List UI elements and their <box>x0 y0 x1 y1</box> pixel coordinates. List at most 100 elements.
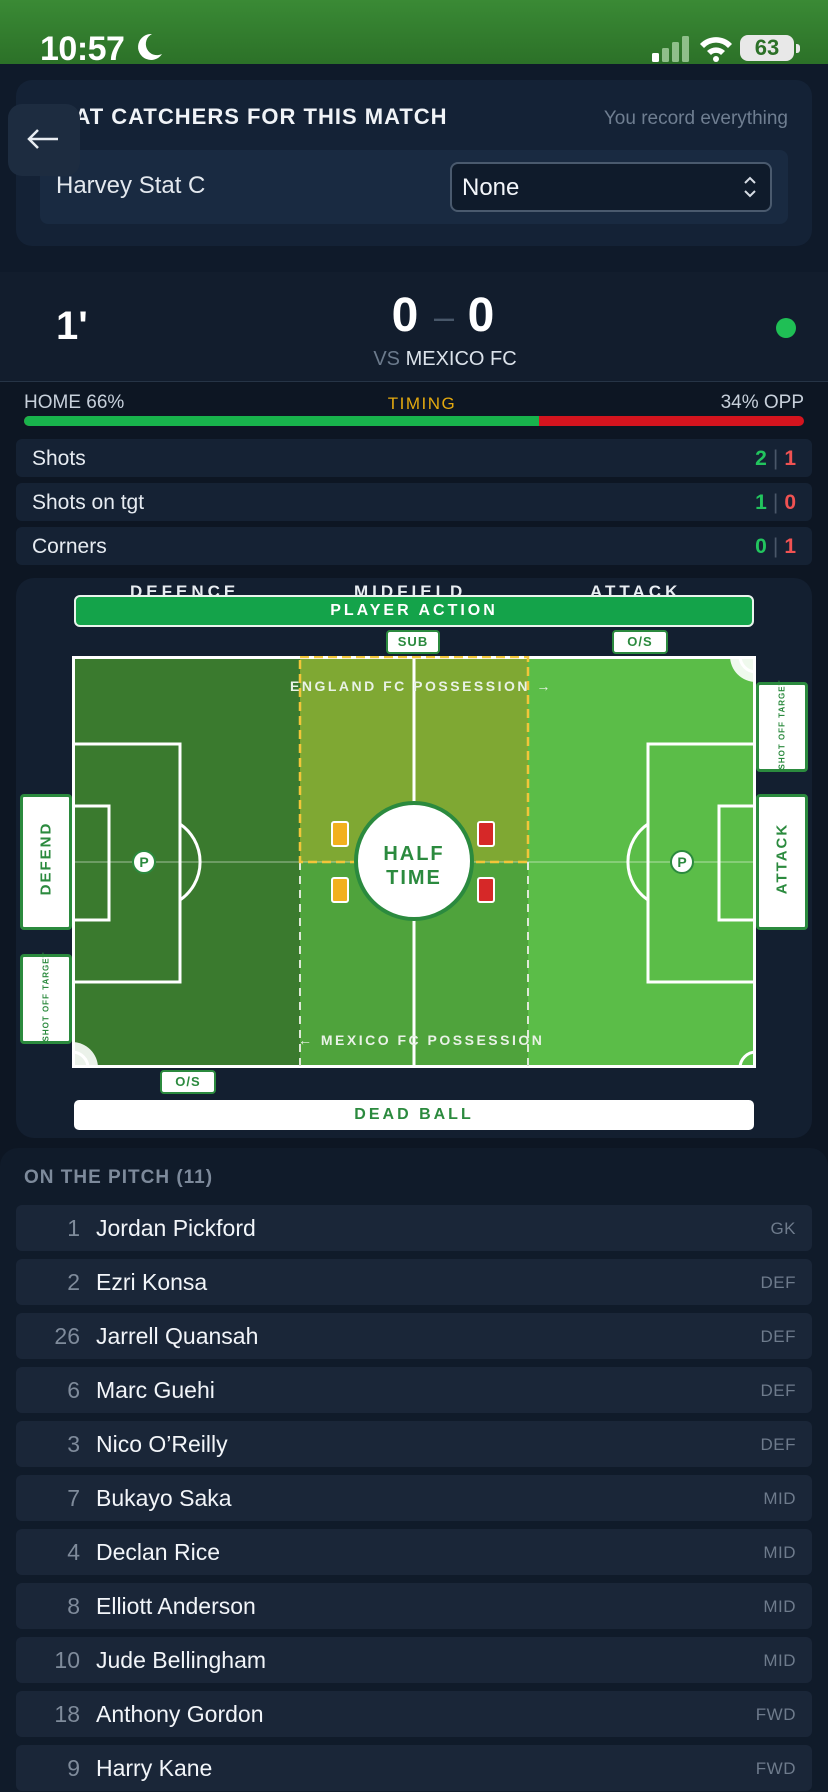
player-position: FWD <box>755 1759 796 1778</box>
player-number: 1 <box>67 1215 80 1241</box>
moon-icon <box>138 33 162 60</box>
stat-row-shots-on-target: Shots on tgt 1 | 0 <box>16 483 812 521</box>
possession-bar <box>24 416 804 426</box>
player-name: Elliott Anderson <box>96 1593 256 1619</box>
player-position: DEF <box>760 1327 796 1346</box>
player-row[interactable]: 2 Ezri Konsa DEF <box>16 1259 812 1305</box>
player-row[interactable]: 3 Nico O’Reilly DEF <box>16 1421 812 1467</box>
offside-button-bottom[interactable]: O/S <box>160 1070 216 1094</box>
stat-catchers-note: You record everything <box>603 108 788 129</box>
player-name: Jordan Pickford <box>96 1215 256 1241</box>
home-score: 0 <box>391 289 419 342</box>
away-score: 0 <box>467 289 495 342</box>
penalty-right-button[interactable]: P <box>670 850 694 874</box>
player-name: Harry Kane <box>96 1755 213 1781</box>
defend-label: DEFEND <box>37 821 55 896</box>
stat-catchers-title: STAT CATCHERS FOR THIS MATCH <box>46 104 448 129</box>
roster-title: ON THE PITCH (11) <box>24 1167 214 1188</box>
player-position: MID <box>763 1597 796 1616</box>
home-possession-direction: ENGLAND FC POSSESSION → <box>290 678 553 694</box>
signal-icon <box>652 36 689 62</box>
half-time-button[interactable]: HALF TIME <box>354 801 474 921</box>
player-name: Jude Bellingham <box>96 1647 267 1673</box>
stat-row-corners: Corners 0 | 1 <box>16 527 812 565</box>
player-number: 7 <box>67 1485 80 1511</box>
corner-flag-icon <box>730 656 756 682</box>
stat-row-shots: Shots 2 | 1 <box>16 439 812 477</box>
battery-icon: 63 <box>740 35 794 61</box>
player-number: 9 <box>67 1755 80 1781</box>
player-row[interactable]: 1 Jordan Pickford GK <box>16 1205 812 1251</box>
possession-bar-fill <box>24 416 539 426</box>
player-name: Marc Guehi <box>96 1377 215 1403</box>
opponent-line: VS MEXICO FC <box>300 348 590 371</box>
stat-label: Shots <box>32 447 86 470</box>
half-time-label-1: HALF <box>383 843 445 865</box>
yellow-card-away-button[interactable] <box>331 877 349 903</box>
player-name: Bukayo Saka <box>96 1485 232 1511</box>
corner-flag-icon <box>72 1042 98 1068</box>
dead-ball-button[interactable]: DEAD BALL <box>74 1100 754 1130</box>
timing-label[interactable]: TIMING <box>330 394 514 414</box>
player-position: GK <box>770 1219 796 1238</box>
stat-values: 0 | 1 <box>755 535 796 559</box>
red-card-away-button[interactable] <box>477 877 495 903</box>
penalty-left-button[interactable]: P <box>132 850 156 874</box>
select-chevrons-icon <box>744 176 756 198</box>
player-position: DEF <box>760 1381 796 1400</box>
stat-label: Shots on tgt <box>32 491 145 514</box>
player-row[interactable]: 4 Declan Rice MID <box>16 1529 812 1575</box>
yellow-card-home-button[interactable] <box>331 821 349 847</box>
player-number: 2 <box>67 1269 80 1295</box>
stat-values: 2 | 1 <box>755 447 796 471</box>
stat-separator: | <box>772 535 779 558</box>
player-position: MID <box>763 1489 796 1508</box>
player-name: Ezri Konsa <box>96 1269 208 1295</box>
player-position: FWD <box>755 1705 796 1724</box>
stat-separator: | <box>772 491 779 514</box>
stat-away-value: 0 <box>784 491 796 514</box>
stat-home-value: 1 <box>755 491 767 514</box>
player-number: 8 <box>67 1593 80 1619</box>
stat-catcher-select-value[interactable]: None <box>462 174 519 202</box>
player-number: 18 <box>54 1701 80 1727</box>
player-position: DEF <box>760 1273 796 1292</box>
player-row[interactable]: 8 Elliott Anderson MID <box>16 1583 812 1629</box>
player-name: Anthony Gordon <box>96 1701 264 1727</box>
player-position: DEF <box>760 1435 796 1454</box>
stat-away-value: 1 <box>784 535 796 558</box>
shot-off-target-left-label: SHOT OFF TARGET <box>41 951 51 1042</box>
back-arrow-icon[interactable] <box>26 126 60 152</box>
player-row[interactable]: 6 Marc Guehi DEF <box>16 1367 812 1413</box>
stat-label: Corners <box>32 535 107 558</box>
player-number: 6 <box>67 1377 80 1403</box>
attack-label: ATTACK <box>773 822 791 895</box>
stat-away-value: 1 <box>784 447 796 470</box>
player-row[interactable]: 10 Jude Bellingham MID <box>16 1637 812 1683</box>
away-possession-direction: ← MEXICO FC POSSESSION <box>298 1032 545 1048</box>
match-minute: 1' <box>56 304 88 348</box>
player-position: MID <box>763 1651 796 1670</box>
player-name: Nico O’Reilly <box>96 1431 228 1457</box>
home-possession-label: HOME 66% <box>24 392 125 413</box>
player-position: MID <box>763 1543 796 1562</box>
player-number: 26 <box>54 1323 80 1349</box>
player-row[interactable]: 18 Anthony Gordon FWD <box>16 1691 812 1737</box>
player-row[interactable]: 26 Jarrell Quansah DEF <box>16 1313 812 1359</box>
opp-possession-label: 34% OPP <box>720 392 804 413</box>
opponent-name: MEXICO FC <box>405 348 517 370</box>
half-time-label-2: TIME <box>386 867 442 889</box>
player-number: 10 <box>54 1647 80 1673</box>
stat-home-value: 2 <box>755 447 767 470</box>
stat-catcher-name: Harvey Stat C <box>56 172 206 199</box>
stat-home-value: 0 <box>755 535 767 558</box>
player-name: Jarrell Quansah <box>96 1323 259 1349</box>
player-action-button[interactable]: PLAYER ACTION <box>74 595 754 627</box>
offside-button-top[interactable]: O/S <box>612 630 668 654</box>
stat-separator: | <box>772 447 779 470</box>
player-row[interactable]: 7 Bukayo Saka MID <box>16 1475 812 1521</box>
sub-button[interactable]: SUB <box>386 630 440 654</box>
stat-values: 1 | 0 <box>755 491 796 515</box>
player-row[interactable]: 9 Harry Kane FWD <box>16 1745 812 1791</box>
red-card-home-button[interactable] <box>477 821 495 847</box>
